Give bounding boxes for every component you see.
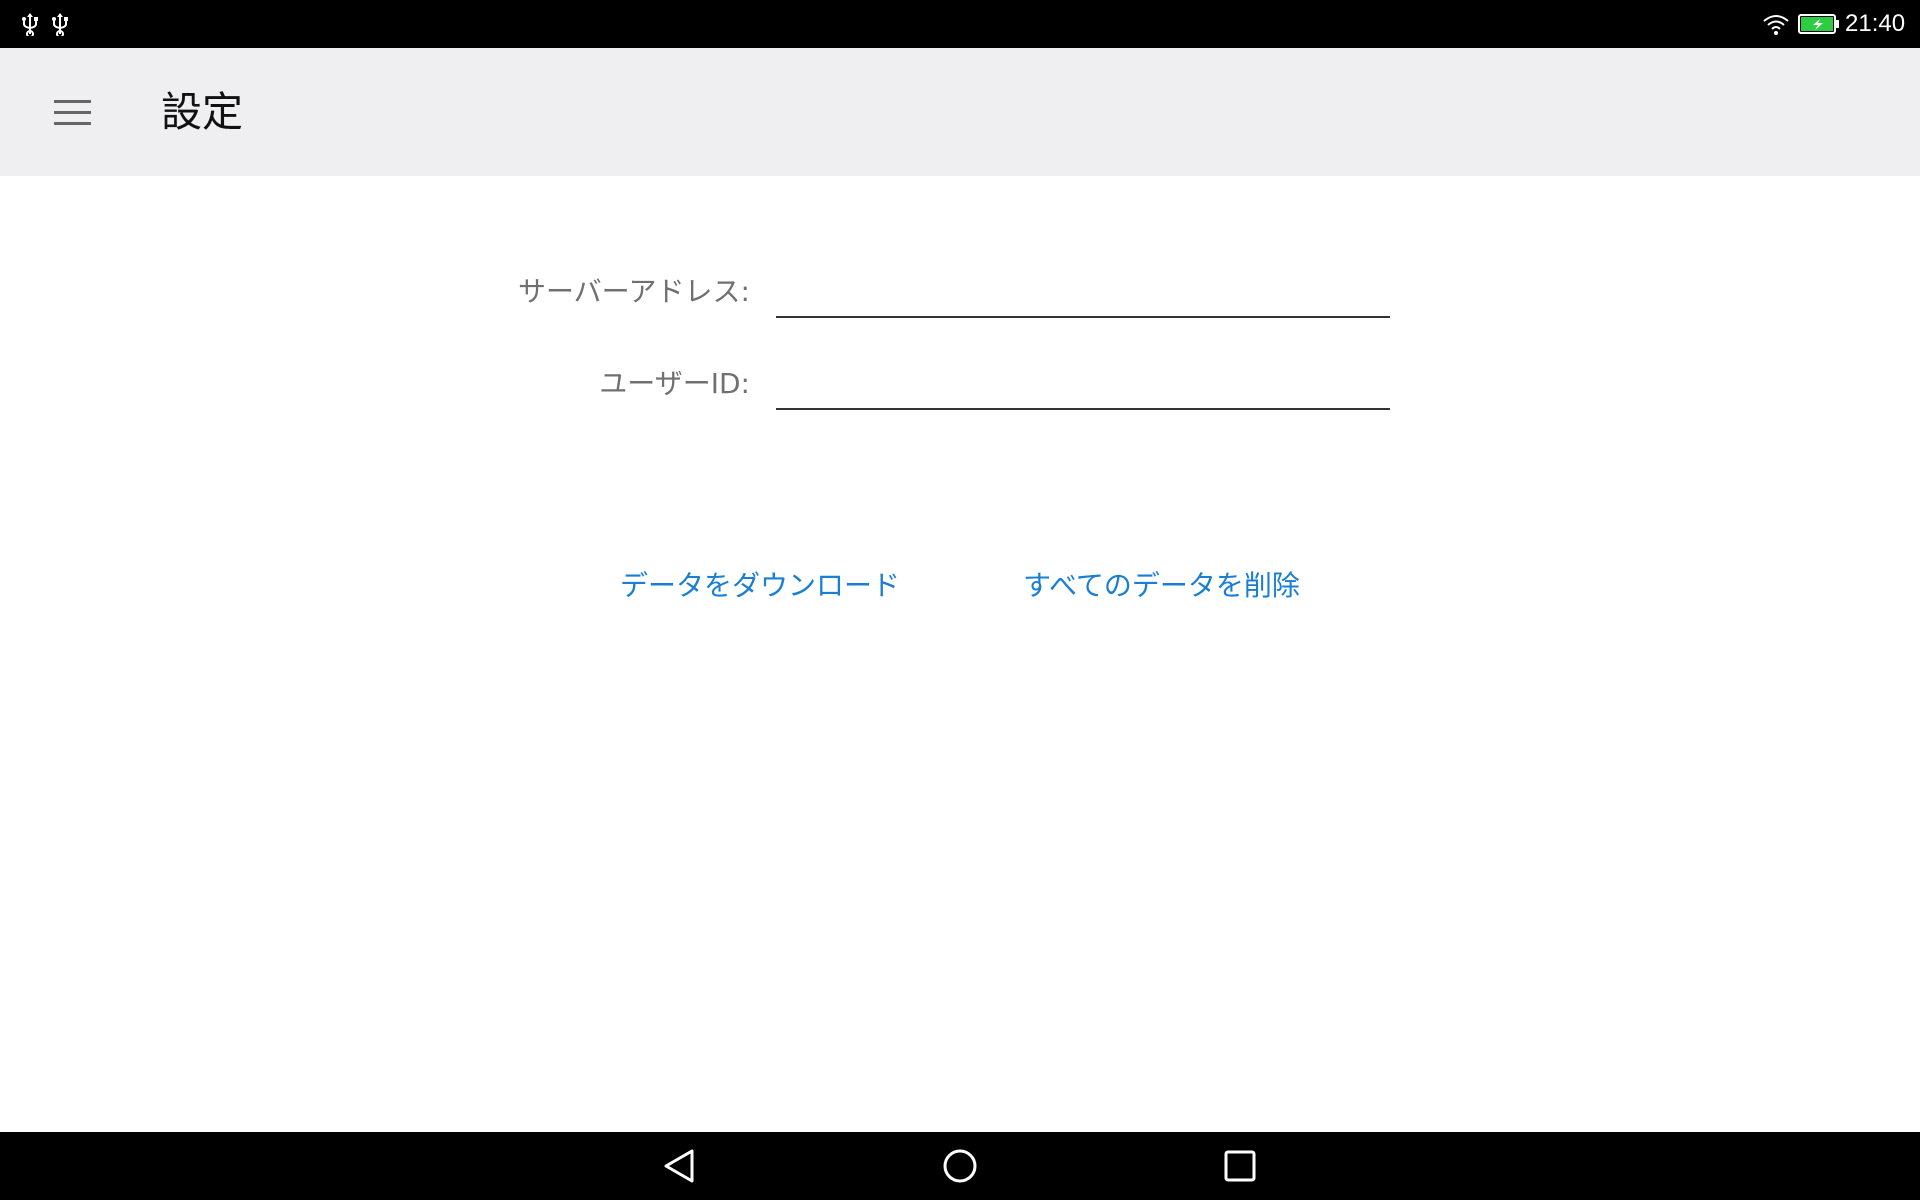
page-title: 設定 (161, 88, 243, 136)
menu-line (53, 99, 91, 103)
user-id-label: ユーザーID: (599, 367, 750, 400)
settings-screen: 21:40 設定 サーバーアドレス: ユーザーID: データをダウンロード すべ… (0, 0, 1920, 1200)
recent-apps-icon[interactable] (1218, 1144, 1262, 1188)
server-address-input[interactable] (776, 272, 1390, 318)
delete-all-data-button[interactable]: すべてのデータを削除 (1023, 558, 1300, 614)
back-icon[interactable] (658, 1144, 702, 1188)
navigation-bar (0, 1132, 1920, 1200)
menu-line (53, 110, 91, 114)
download-data-button[interactable]: データをダウンロード (620, 558, 900, 614)
server-address-label: サーバーアドレス: (517, 275, 750, 308)
user-id-input[interactable] (776, 364, 1390, 410)
hamburger-menu-icon[interactable] (38, 84, 106, 140)
status-clock: 21:40 (1845, 10, 1906, 37)
wifi-icon (1763, 15, 1789, 35)
usb-icon (22, 13, 38, 36)
battery-charging-icon (1798, 14, 1839, 34)
menu-line (53, 121, 91, 125)
status-bar: 21:40 (0, 0, 1920, 48)
app-bar: 設定 (0, 48, 1920, 176)
usb-icon (52, 13, 68, 36)
home-icon[interactable] (938, 1144, 982, 1188)
